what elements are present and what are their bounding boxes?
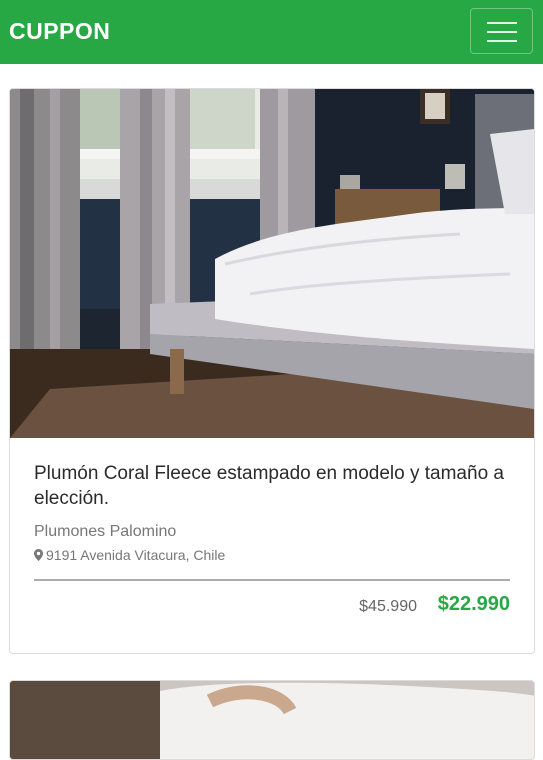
next-deal-image[interactable] (10, 681, 535, 760)
price-divider (34, 579, 510, 581)
location-text: 9191 Avenida Vitacura, Chile (46, 547, 226, 563)
deal-card[interactable]: Plumón Coral Fleece estampado en modelo … (9, 88, 535, 654)
brand-logo[interactable]: CUPPON (9, 18, 110, 45)
merchant-name: Plumones Palomino (34, 523, 177, 540)
map-pin-icon (34, 549, 43, 561)
original-price: $45.990 (359, 598, 417, 615)
discount-price: $22.990 (437, 593, 510, 615)
deal-title[interactable]: Plumón Coral Fleece estampado en modelo … (34, 461, 514, 511)
next-deal-card[interactable] (9, 680, 535, 760)
deal-image[interactable] (10, 89, 534, 438)
deal-location: 9191 Avenida Vitacura, Chile (34, 547, 225, 563)
top-navbar: CUPPON (0, 0, 543, 64)
menu-toggle-button[interactable] (470, 8, 533, 54)
